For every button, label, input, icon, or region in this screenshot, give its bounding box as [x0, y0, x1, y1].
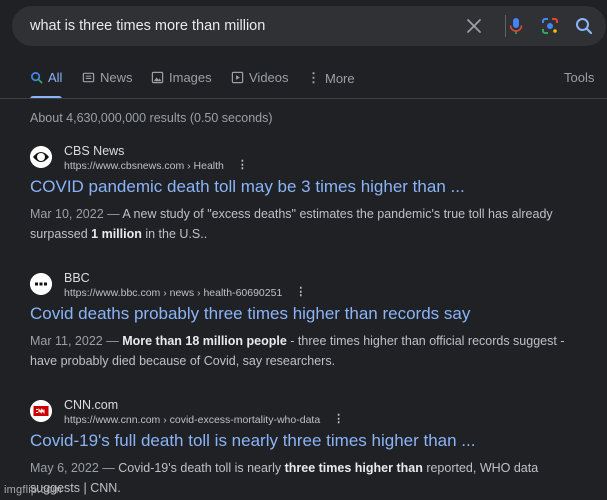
close-icon[interactable] — [464, 16, 484, 36]
more-options-icon[interactable]: ⋮ — [333, 414, 344, 425]
microphone-icon[interactable] — [506, 16, 526, 36]
tab-videos[interactable]: Videos — [231, 70, 289, 85]
result-title-link[interactable]: COVID pandemic death toll may be 3 times… — [30, 177, 465, 197]
tab-news[interactable]: News — [82, 70, 133, 85]
more-options-icon[interactable]: ⋮ — [295, 287, 306, 298]
more-options-icon[interactable]: ⋮ — [237, 160, 248, 171]
result-site-name: CNN.com — [64, 398, 119, 412]
play-icon — [231, 71, 244, 84]
tab-label: More — [325, 70, 355, 86]
search-result: CBS News https://www.cbsnews.com › Healt… — [30, 144, 590, 246]
result-url-text: https://www.cnn.com › covid-excess-morta… — [64, 414, 321, 426]
search-result: BBC https://www.bbc.com › news › health-… — [30, 271, 590, 373]
watermark: imgflip.com — [4, 484, 62, 496]
result-snippet: May 6, 2022 — Covid-19's death toll is n… — [30, 458, 570, 498]
tools-label: Tools — [564, 70, 595, 85]
tab-images[interactable]: Images — [151, 70, 212, 85]
snippet-text: in the U.S.. — [141, 227, 208, 241]
search-tabs: All News Images Videos ⋮ More Tools — [30, 70, 607, 100]
result-url-text: https://www.bbc.com › news › health-6069… — [64, 287, 283, 299]
newspaper-icon — [82, 72, 95, 83]
result-stats: About 4,630,000,000 results (0.50 second… — [30, 111, 273, 125]
result-url[interactable]: https://www.cbsnews.com › Health ⋮ — [64, 160, 248, 173]
result-date: Mar 10, 2022 — — [30, 207, 120, 221]
more-vert-icon: ⋮ — [307, 70, 320, 85]
search-input[interactable]: what is three times more than million — [30, 18, 265, 34]
tools-button[interactable]: Tools — [564, 70, 594, 85]
snippet-highlight: More than 18 million people — [122, 334, 287, 348]
camera-lens-icon[interactable] — [540, 16, 560, 36]
result-url[interactable]: https://www.cnn.com › covid-excess-morta… — [64, 414, 344, 427]
result-snippet: Mar 10, 2022 — A new study of "excess de… — [30, 204, 570, 244]
result-url[interactable]: https://www.bbc.com › news › health-6069… — [64, 287, 306, 300]
tab-label: All — [48, 70, 63, 85]
tab-label: News — [100, 70, 133, 85]
result-title-link[interactable]: Covid-19's full death toll is nearly thr… — [30, 431, 475, 451]
tab-all[interactable]: All — [30, 70, 62, 85]
search-bar[interactable]: what is three times more than million — [12, 6, 606, 46]
search-icon — [31, 72, 43, 84]
result-snippet: Mar 11, 2022 — More than 18 million peop… — [30, 331, 570, 371]
tabs-divider — [0, 98, 607, 99]
tab-more[interactable]: ⋮ More — [307, 70, 355, 86]
result-site-name: BBC — [64, 271, 90, 285]
result-date: May 6, 2022 — — [30, 461, 115, 475]
cnn-logo-icon — [30, 400, 52, 422]
image-icon — [151, 71, 164, 84]
snippet-text: Covid-19's death toll is nearly — [114, 461, 285, 475]
tab-label: Videos — [249, 70, 289, 85]
snippet-highlight: three times higher than — [284, 461, 423, 475]
result-date: Mar 11, 2022 — — [30, 334, 119, 348]
result-title-link[interactable]: Covid deaths probably three times higher… — [30, 304, 470, 324]
result-url-text: https://www.cbsnews.com › Health — [64, 160, 224, 172]
bbc-logo-icon — [30, 273, 52, 295]
result-site-name: CBS News — [64, 144, 125, 158]
tab-label: Images — [169, 70, 212, 85]
search-icon[interactable] — [574, 16, 594, 36]
cbs-logo-icon — [30, 146, 52, 168]
snippet-highlight: 1 million — [91, 227, 142, 241]
search-result: CNN.com https://www.cnn.com › covid-exce… — [30, 398, 590, 500]
